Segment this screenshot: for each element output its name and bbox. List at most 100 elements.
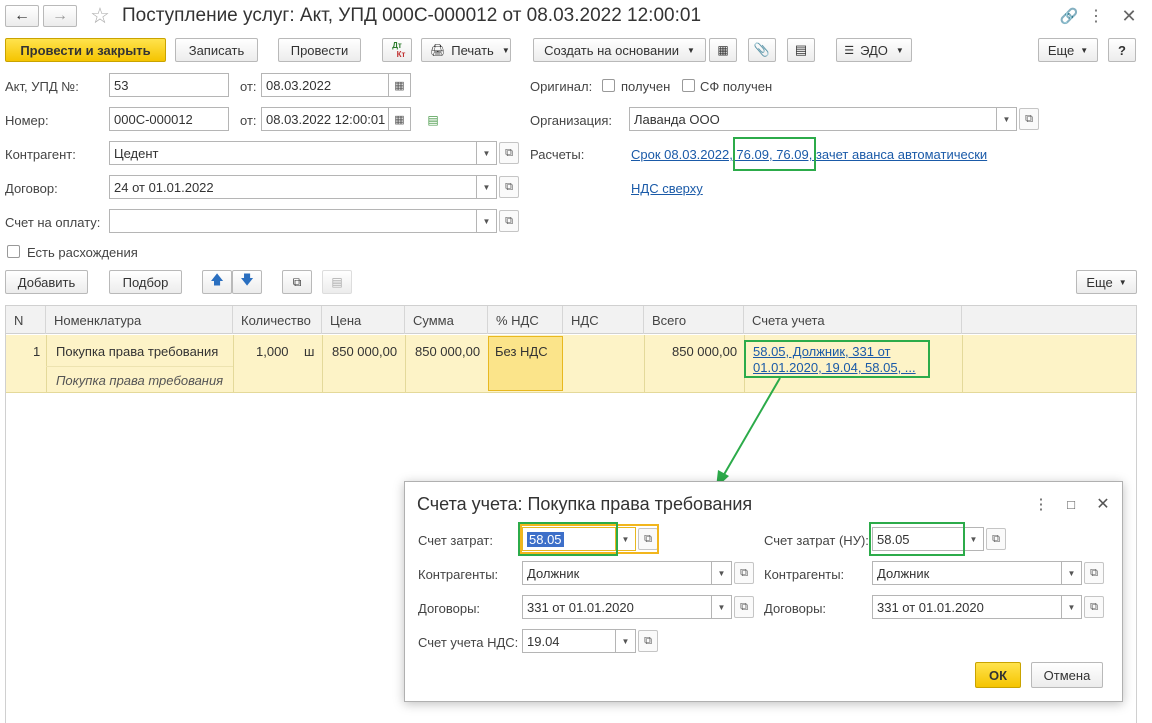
more-vertical-icon[interactable]: ⋮ bbox=[1033, 494, 1049, 514]
cost-account-nu-dropdown[interactable]: ▼ bbox=[964, 527, 984, 551]
organization-dropdown[interactable]: ▼ bbox=[997, 107, 1017, 131]
vat-account-dropdown[interactable]: ▼ bbox=[616, 629, 636, 653]
copy-button[interactable]: ⧉ bbox=[282, 270, 312, 294]
settlements-highlight bbox=[733, 137, 816, 171]
organization-input[interactable]: Лаванда ООО bbox=[629, 107, 997, 131]
contract-open-button[interactable]: ⧉ bbox=[499, 176, 519, 198]
cost-account-nu-open-button[interactable]: ⧉ bbox=[986, 528, 1006, 550]
dtkt-button[interactable]: Дт Кт bbox=[382, 38, 412, 62]
print-button[interactable]: 🖨 Печать ▼ bbox=[421, 38, 511, 62]
open-icon: ⧉ bbox=[505, 146, 513, 159]
comment-icon[interactable]: ▤ bbox=[424, 111, 442, 129]
header-total[interactable]: Всего bbox=[644, 306, 744, 334]
header-n[interactable]: N bbox=[6, 306, 46, 334]
act-date-input[interactable]: 08.03.2022 bbox=[261, 73, 389, 97]
counterparties-dropdown[interactable]: ▼ bbox=[712, 561, 732, 585]
header-price[interactable]: Цена bbox=[322, 306, 405, 334]
contracts-nu-dropdown[interactable]: ▼ bbox=[1062, 595, 1082, 619]
vat-account-input[interactable]: 19.04 bbox=[522, 629, 616, 653]
chevron-down-icon: ▼ bbox=[895, 45, 904, 55]
counterparties-input[interactable]: Должник bbox=[522, 561, 712, 585]
act-number-input[interactable]: 53 bbox=[109, 73, 229, 97]
row-total[interactable]: 850 000,00 bbox=[672, 344, 737, 359]
add-row-button[interactable]: Добавить bbox=[5, 270, 88, 294]
cancel-button[interactable]: Отмена bbox=[1031, 662, 1103, 688]
ok-button[interactable]: ОК bbox=[975, 662, 1021, 688]
counterparty-dropdown[interactable]: ▼ bbox=[477, 141, 497, 165]
header-vat[interactable]: НДС bbox=[563, 306, 644, 334]
header-sum[interactable]: Сумма bbox=[405, 306, 488, 334]
contracts-input[interactable]: 331 от 01.01.2020 bbox=[522, 595, 712, 619]
star-icon[interactable]: ☆ bbox=[88, 3, 112, 28]
invoice-input[interactable] bbox=[109, 209, 477, 233]
organization-open-button[interactable]: ⧉ bbox=[1019, 108, 1039, 130]
invoice-open-button[interactable]: ⧉ bbox=[499, 210, 519, 232]
close-icon[interactable]: ✕ bbox=[1118, 6, 1140, 26]
sf-received-checkbox[interactable] bbox=[682, 79, 695, 92]
header-accounts[interactable]: Счета учета bbox=[744, 306, 962, 334]
invoice-dropdown[interactable]: ▼ bbox=[477, 209, 497, 233]
counterparties-nu-input[interactable]: Должник bbox=[872, 561, 1062, 585]
header-vat-rate[interactable]: % НДС bbox=[488, 306, 563, 334]
more-button[interactable]: Еще ▼ bbox=[1038, 38, 1098, 62]
number-date-input[interactable]: 08.03.2022 12:00:01 bbox=[261, 107, 389, 131]
create-based-button[interactable]: Создать на основании ▼ bbox=[533, 38, 706, 62]
more-vertical-icon[interactable]: ⋮ bbox=[1088, 6, 1104, 26]
counterparty-open-button[interactable]: ⧉ bbox=[499, 142, 519, 164]
number-input[interactable]: 000С-000012 bbox=[109, 107, 229, 131]
contracts-nu-input[interactable]: 331 от 01.01.2020 bbox=[872, 595, 1062, 619]
open-icon: ⧉ bbox=[1090, 566, 1098, 579]
counterparty-input[interactable]: Цедент bbox=[109, 141, 477, 165]
attach-button[interactable]: 📎 bbox=[748, 38, 776, 62]
post-button[interactable]: Провести bbox=[278, 38, 361, 62]
contract-input[interactable]: 24 от 01.01.2022 bbox=[109, 175, 477, 199]
contracts-nu-open-button[interactable]: ⧉ bbox=[1084, 596, 1104, 618]
paste-icon: ▤ bbox=[331, 275, 343, 289]
counterparties-nu-open-button[interactable]: ⧉ bbox=[1084, 562, 1104, 584]
row-unit[interactable]: ш bbox=[304, 344, 314, 359]
open-icon: ⧉ bbox=[505, 214, 513, 227]
edo-button[interactable]: ☰ ЭДО ▼ bbox=[836, 38, 912, 62]
edo-icon: ☰ bbox=[844, 44, 855, 57]
structure-button[interactable]: ▦ bbox=[709, 38, 737, 62]
discrepancy-checkbox[interactable] bbox=[7, 245, 20, 258]
row-qty[interactable]: 1,000 bbox=[256, 344, 289, 359]
row-name-sub[interactable]: Покупка права требования bbox=[56, 373, 223, 388]
move-up-button[interactable]: 🡅 bbox=[202, 270, 232, 294]
help-button[interactable]: ? bbox=[1108, 38, 1136, 62]
maximize-icon[interactable]: □ bbox=[1063, 494, 1079, 514]
chevron-down-icon: ▼ bbox=[1118, 277, 1127, 287]
header-qty[interactable]: Количество bbox=[233, 306, 322, 334]
document-button[interactable]: ▤ bbox=[787, 38, 815, 62]
calendar-button[interactable]: ▦ bbox=[389, 73, 411, 97]
invoice-label: Счет на оплату: bbox=[5, 215, 101, 230]
move-down-button[interactable]: 🡇 bbox=[232, 270, 262, 294]
vat-account-open-button[interactable]: ⧉ bbox=[638, 630, 658, 652]
row-name[interactable]: Покупка права требования bbox=[56, 344, 218, 359]
chevron-down-icon: ▼ bbox=[969, 534, 978, 544]
post-and-close-button[interactable]: Провести и закрыть bbox=[5, 38, 166, 62]
table-more-button[interactable]: Еще ▼ bbox=[1076, 270, 1137, 294]
forward-button[interactable]: → bbox=[43, 5, 77, 27]
counterparties-nu-dropdown[interactable]: ▼ bbox=[1062, 561, 1082, 585]
select-button[interactable]: Подбор bbox=[109, 270, 182, 294]
vat-on-top-link[interactable]: НДС сверху bbox=[631, 181, 703, 196]
header-name[interactable]: Номенклатура bbox=[46, 306, 233, 334]
row-n: 1 bbox=[33, 344, 41, 359]
row-vat-rate[interactable]: Без НДС bbox=[495, 344, 548, 359]
contract-dropdown[interactable]: ▼ bbox=[477, 175, 497, 199]
paste-button[interactable]: ▤ bbox=[322, 270, 352, 294]
row-price[interactable]: 850 000,00 bbox=[332, 344, 397, 359]
window-title: Поступление услуг: Акт, УПД 000С-000012 … bbox=[122, 5, 702, 26]
contracts-dropdown[interactable]: ▼ bbox=[712, 595, 732, 619]
close-icon[interactable]: ✕ bbox=[1093, 494, 1113, 514]
back-button[interactable]: ← bbox=[5, 5, 39, 27]
received-checkbox[interactable] bbox=[602, 79, 615, 92]
contracts-open-button[interactable]: ⧉ bbox=[734, 596, 754, 618]
row-sum[interactable]: 850 000,00 bbox=[415, 344, 480, 359]
calendar-button[interactable]: ▦ bbox=[389, 107, 411, 131]
counterparties-open-button[interactable]: ⧉ bbox=[734, 562, 754, 584]
link-icon[interactable]: 🔗 bbox=[1058, 6, 1080, 26]
accounts-highlight bbox=[744, 340, 930, 378]
save-button[interactable]: Записать bbox=[175, 38, 258, 62]
